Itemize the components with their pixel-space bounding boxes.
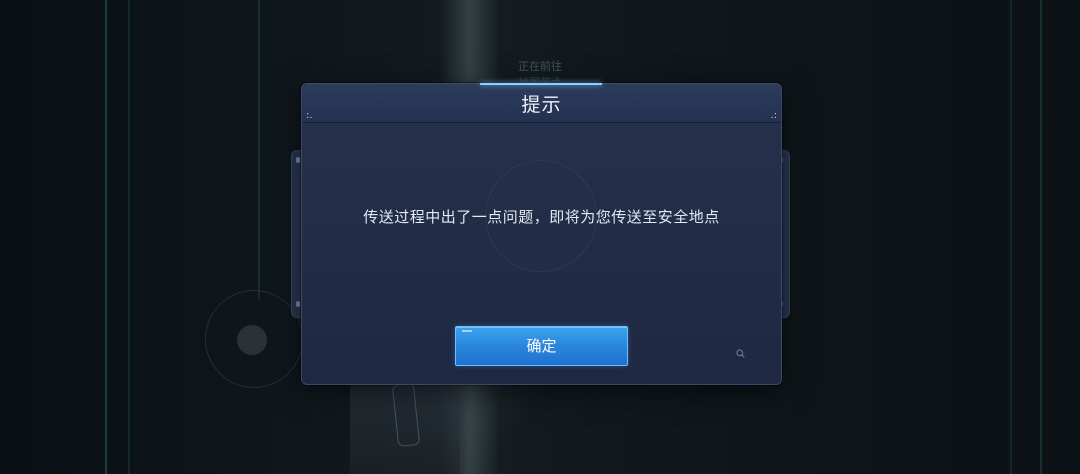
bg-streak xyxy=(128,0,130,474)
corner-dots-left: :. xyxy=(306,110,313,121)
dialog-header: 提示 :. .: xyxy=(302,83,781,123)
bg-streak xyxy=(258,0,260,300)
bg-streak xyxy=(105,0,107,474)
side-dot xyxy=(296,157,300,163)
button-highlight xyxy=(462,330,472,332)
corner-dots-right: .: xyxy=(770,110,777,121)
notice-dialog: 提示 :. .: 传送过程中出了一点问题，即将为您传送至安全地点 确定 xyxy=(301,83,782,385)
joystick-knob[interactable] xyxy=(237,325,267,355)
bg-streak xyxy=(1040,0,1042,474)
side-dot xyxy=(296,301,300,307)
confirm-button[interactable]: 确定 xyxy=(455,326,628,366)
dialog-message: 传送过程中出了一点问题，即将为您传送至安全地点 xyxy=(363,208,720,226)
search-icon[interactable] xyxy=(736,349,745,358)
bg-streak xyxy=(1010,0,1012,474)
confirm-button-label: 确定 xyxy=(526,337,557,355)
header-glow xyxy=(480,83,602,85)
dialog-title: 提示 xyxy=(521,94,562,116)
